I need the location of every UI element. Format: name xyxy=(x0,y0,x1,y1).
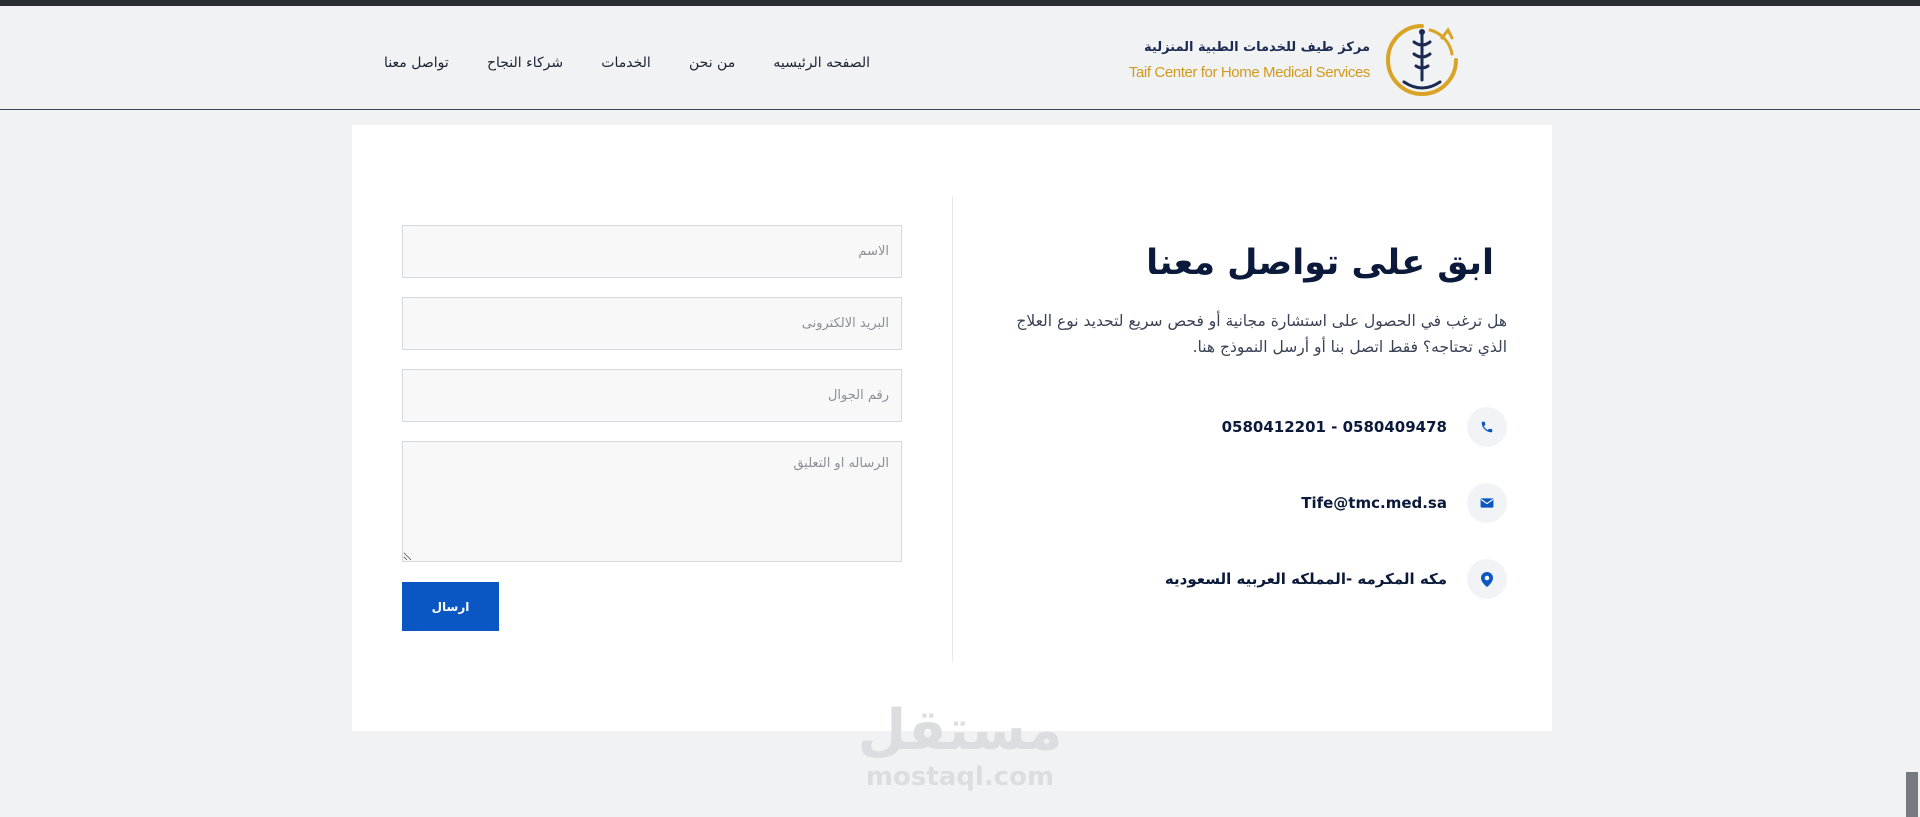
logo-name-arabic: مركز طيف للخدمات الطبية المنزلية xyxy=(1144,40,1370,55)
nav-item-home[interactable]: الصفحه الرئيسيه xyxy=(773,48,870,78)
logo-mark-icon xyxy=(1386,24,1458,96)
email-address[interactable]: Tife@tmc.med.sa xyxy=(1301,494,1447,512)
email-row: Tife@tmc.med.sa xyxy=(1301,483,1507,523)
logo-name-english: Taif Center for Home Medical Services xyxy=(1128,64,1371,81)
nav-item-contact[interactable]: تواصل معنا xyxy=(384,48,449,78)
watermark-arabic: مستقل xyxy=(857,698,1063,763)
watermark-english: mostaql.com xyxy=(865,762,1055,792)
scrollbar-thumb[interactable] xyxy=(1906,772,1918,817)
nav-item-partners[interactable]: شركاء النجاح xyxy=(487,48,563,78)
message-field[interactable] xyxy=(402,441,902,562)
phone-row: 0580409478 - 0580412201 xyxy=(1222,407,1507,447)
phone-numbers[interactable]: 0580409478 - 0580412201 xyxy=(1222,418,1447,436)
nav-item-services[interactable]: الخدمات xyxy=(601,48,651,78)
email-field[interactable] xyxy=(402,297,902,350)
envelope-icon xyxy=(1467,483,1507,523)
phone-icon xyxy=(1467,407,1507,447)
address-row: مكه المكرمه -المملكه العربيه السعوديه xyxy=(1165,559,1507,599)
address-text: مكه المكرمه -المملكه العربيه السعوديه xyxy=(1164,570,1447,588)
contact-description: هل ترغب في الحصول على استشارة مجانية أو … xyxy=(1016,312,1507,356)
main-nav: الصفحه الرئيسيه من نحن الخدمات شركاء الن… xyxy=(384,48,870,78)
mobile-field[interactable] xyxy=(402,369,902,422)
site-header: مركز طيف للخدمات الطبية المنزلية Taif Ce… xyxy=(0,6,1920,110)
section-divider xyxy=(952,196,953,662)
map-pin-icon xyxy=(1467,559,1507,599)
nav-item-about[interactable]: من نحن xyxy=(689,48,735,78)
site-logo[interactable]: مركز طيف للخدمات الطبية المنزلية Taif Ce… xyxy=(1129,20,1462,100)
watermark: مستقل mostaql.com xyxy=(850,700,1070,800)
submit-button[interactable]: ارسال xyxy=(402,582,499,631)
contact-title: ابق على تواصل معنا xyxy=(1146,243,1494,283)
name-field[interactable] xyxy=(402,225,902,278)
